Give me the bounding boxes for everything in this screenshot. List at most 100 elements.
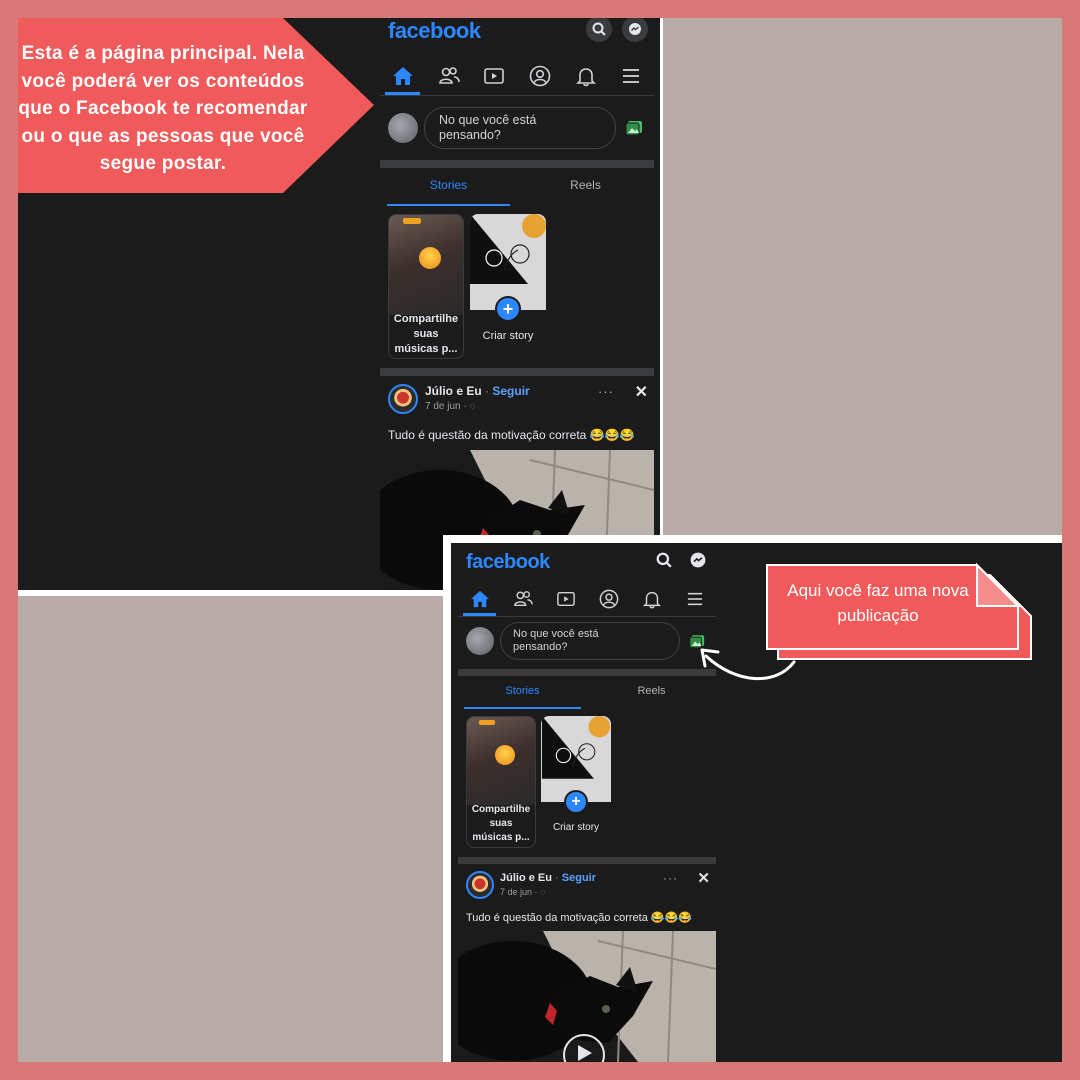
post-date: 7 de jun · [425, 401, 467, 412]
stories-row: Compartilhe suas músicas p... + Criar st… [388, 214, 546, 359]
friends-icon [513, 590, 533, 606]
search-icon[interactable] [652, 548, 676, 572]
home-icon [470, 590, 489, 607]
home-icon [392, 66, 413, 85]
tab-reels[interactable]: Reels [517, 170, 654, 206]
nav-menu[interactable] [608, 56, 654, 95]
create-story-card[interactable]: + Criar story [541, 716, 611, 848]
search-icon[interactable] [586, 18, 612, 42]
separator-dot: · [555, 872, 559, 884]
profile-icon [529, 65, 551, 86]
menu-icon [623, 68, 640, 83]
story-caption-line2: suas [413, 328, 439, 340]
post-author-avatar[interactable] [388, 384, 418, 414]
post-text: Tudo é questão da motivação correta 😂😂😂 [388, 428, 635, 442]
globe-icon: ◌ [540, 887, 546, 897]
create-story-label: Criar story [552, 822, 600, 833]
plus-icon[interactable]: + [564, 790, 588, 814]
separator-dot: · [485, 384, 490, 398]
divider-line [660, 18, 663, 535]
post-author-name[interactable]: Júlio e Eu [500, 872, 552, 884]
facebook-logo: facebook [466, 550, 550, 573]
stories-reels-tabs: Stories Reels [380, 170, 654, 206]
nav-profile[interactable] [587, 581, 630, 616]
nav-notifications[interactable] [630, 581, 673, 616]
nav-friends[interactable] [426, 56, 472, 95]
menu-icon [687, 592, 702, 605]
friends-icon [438, 66, 460, 84]
nav-watch[interactable] [471, 56, 517, 95]
post-author-avatar[interactable] [466, 871, 494, 899]
profile-icon [599, 589, 618, 608]
create-story-card[interactable]: + Criar story [470, 214, 546, 359]
nav-home[interactable] [458, 581, 501, 616]
composer-placeholder-line1: No que você está [513, 627, 599, 640]
tab-stories[interactable]: Stories [458, 677, 587, 709]
background-panel-bottom-left [18, 596, 443, 1062]
post-more-button[interactable]: ··· [598, 384, 614, 399]
emoji-sticker [495, 745, 515, 765]
story-caption: Compartilhe suas músicas p... [467, 803, 535, 847]
story-caption-line2: suas [489, 818, 513, 829]
tab-stories[interactable]: Stories [380, 170, 517, 206]
story-caption: Compartilhe suas músicas p... [389, 312, 463, 358]
nav-profile[interactable] [517, 56, 563, 95]
story-badge [479, 720, 495, 725]
plus-icon[interactable]: + [495, 296, 521, 322]
bell-icon [575, 67, 596, 86]
story-card-music[interactable]: Compartilhe suas músicas p... [388, 214, 464, 359]
whats-on-your-mind-input[interactable]: No que você está pensando? [500, 622, 680, 660]
post-header: Júlio e Eu · Seguir 7 de jun · ◌ ··· ✕ [458, 869, 716, 903]
post-close-button[interactable]: ✕ [635, 382, 648, 402]
story-caption-line1: Compartilhe [471, 804, 531, 815]
composer-placeholder-line1: No que você está [439, 113, 537, 127]
facebook-logo: facebook [388, 18, 481, 43]
post-close-button[interactable]: ✕ [697, 869, 710, 887]
emoji-sticker [419, 247, 441, 269]
user-avatar[interactable] [466, 627, 494, 655]
post-more-button[interactable]: ··· [663, 871, 678, 885]
post-text: Tudo é questão da motivação correta 😂😂😂 [466, 912, 692, 924]
fb-nav-bar [380, 56, 654, 96]
follow-button[interactable]: Seguir [492, 384, 529, 398]
nav-watch[interactable] [544, 581, 587, 616]
watch-icon [484, 67, 504, 84]
user-avatar[interactable] [388, 113, 418, 143]
watch-icon [556, 591, 575, 606]
post-date: 7 de jun · [500, 887, 538, 897]
post-header: Júlio e Eu · Seguir 7 de jun · ◌ ··· ✕ [380, 384, 654, 420]
section-divider [380, 160, 654, 168]
facebook-app-screen: facebook No que você está pensando? Stor… [380, 18, 654, 590]
whats-on-your-mind-input[interactable]: No que você está pensando? [424, 107, 616, 149]
callout-main-page-text: Esta é a página principal. Nela você pod… [18, 43, 308, 174]
bell-icon [642, 591, 661, 608]
fb-header: facebook [380, 18, 654, 46]
post-video[interactable] [458, 931, 716, 1062]
story-badge [403, 218, 421, 224]
messenger-icon[interactable] [686, 548, 710, 572]
story-caption-line3: músicas p... [394, 343, 458, 355]
nav-notifications[interactable] [563, 56, 609, 95]
messenger-icon[interactable] [622, 18, 648, 42]
post-author-name[interactable]: Júlio e Eu [425, 384, 482, 398]
facebook-app-screen: facebook No que você está pensando? Stor… [458, 543, 716, 1062]
callout-main-page: Esta é a página principal. Nela você pod… [18, 18, 376, 193]
globe-icon: ◌ [469, 401, 476, 412]
story-caption-line3: músicas p... [472, 832, 530, 843]
section-divider [458, 857, 716, 864]
fb-composer: No que você está pensando? [458, 619, 716, 663]
nav-friends[interactable] [501, 581, 544, 616]
fb-composer: No que você está pensando? [380, 104, 654, 152]
composer-placeholder-line2: pensando? [439, 128, 501, 142]
divider-line [18, 590, 443, 596]
follow-button[interactable]: Seguir [562, 872, 596, 884]
composer-placeholder-line2: pensando? [513, 641, 568, 653]
nav-home[interactable] [380, 56, 426, 95]
story-card-music[interactable]: Compartilhe suas músicas p... [466, 716, 536, 848]
nav-menu[interactable] [673, 581, 716, 616]
curved-arrow-icon [700, 648, 796, 681]
photo-icon[interactable] [622, 116, 646, 140]
section-divider [380, 368, 654, 376]
stories-reels-tabs: Stories Reels [458, 677, 716, 709]
create-story-label: Criar story [482, 330, 534, 342]
